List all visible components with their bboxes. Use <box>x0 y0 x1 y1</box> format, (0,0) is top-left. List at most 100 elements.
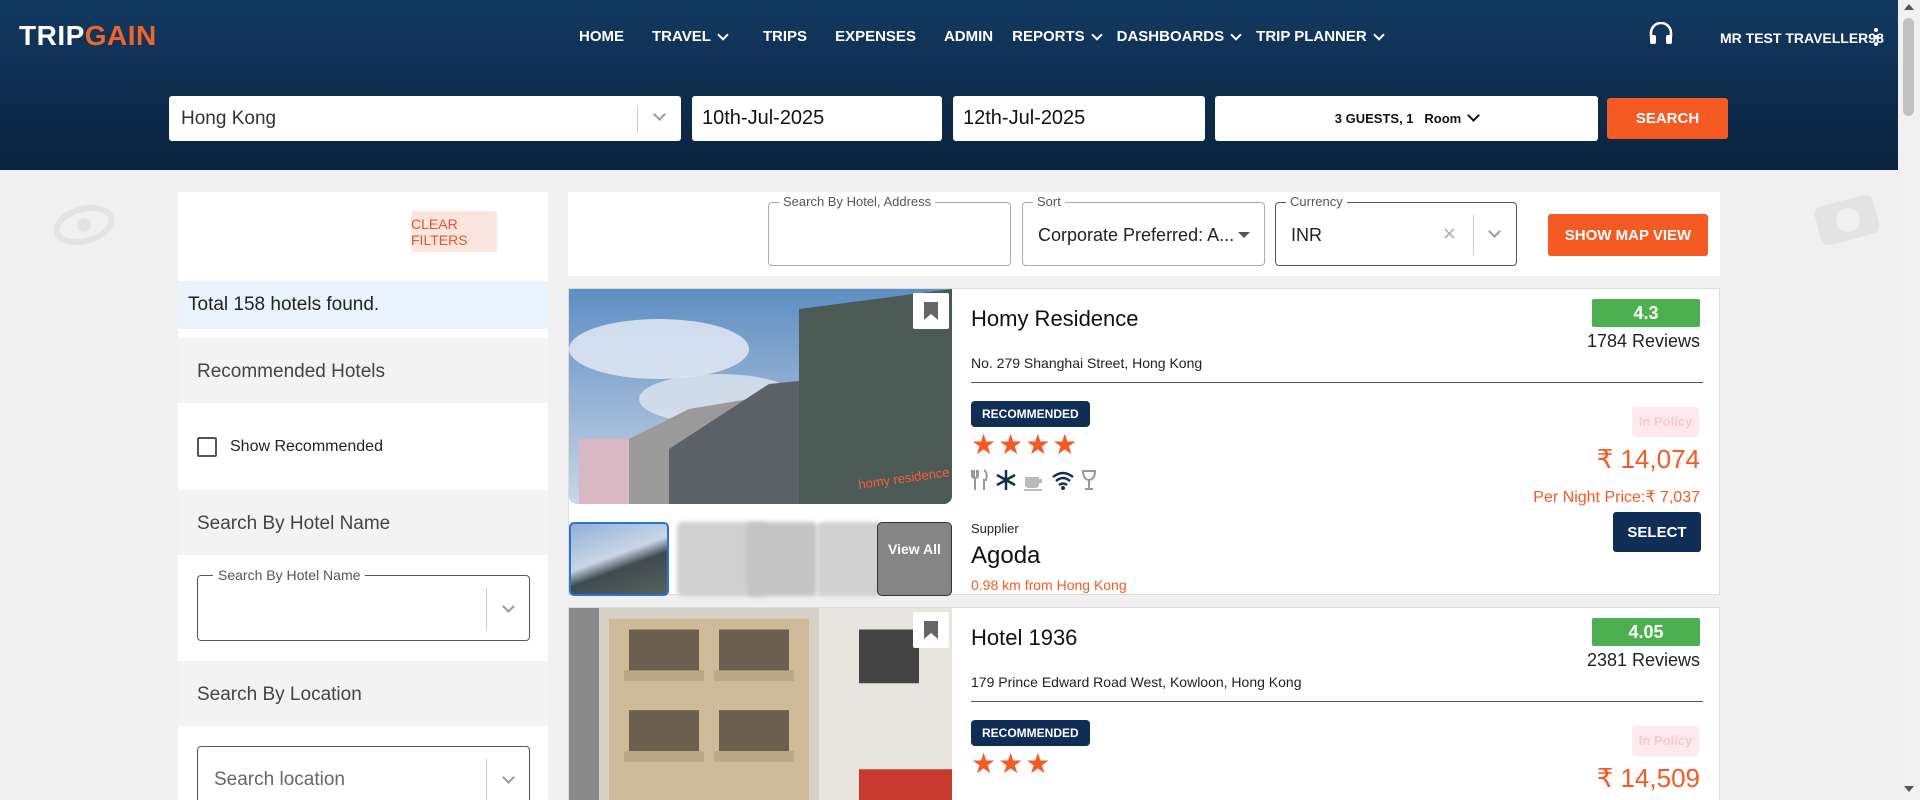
nav-trips[interactable]: TRIPS <box>763 28 807 45</box>
amenities <box>971 469 1097 491</box>
guest-rating-badge: 4.3 <box>1592 299 1700 327</box>
filter-sidebar: CLEAR FILTERS Total 158 hotels found. Re… <box>178 192 548 800</box>
hotel-address: 179 Prince Edward Road West, Kowloon, Ho… <box>971 674 1302 690</box>
nav-travel[interactable]: TRAVEL <box>652 28 729 45</box>
hotel-name-search-field[interactable]: Search By Hotel Name <box>197 567 530 641</box>
eye-watermark-icon <box>53 204 115 246</box>
recommended-heading: Recommended Hotels <box>178 338 548 403</box>
field-legend: Search By Hotel Name <box>213 567 366 583</box>
per-night-price: Per Night Price:₹ 7,037 <box>1533 489 1700 506</box>
checkout-value: 12th-Jul-2025 <box>963 107 1086 129</box>
scroll-up-arrow-icon[interactable] <box>1904 4 1914 10</box>
clear-filters-button[interactable]: CLEAR FILTERS <box>411 211 497 252</box>
checkin-date-field[interactable]: 10th-Jul-2025 <box>692 96 942 141</box>
hotel-photo[interactable]: homy residence <box>569 289 952 504</box>
nav-dashboards[interactable]: DASHBOARDS <box>1117 28 1242 45</box>
clear-icon[interactable]: × <box>1443 221 1456 247</box>
currency-select[interactable]: Currency INR × <box>1275 194 1517 266</box>
sort-select[interactable]: Sort Corporate Preferred: A... <box>1022 194 1265 266</box>
restaurant-icon <box>971 469 988 490</box>
show-recommended-checkbox[interactable] <box>197 437 217 457</box>
field-legend: Currency <box>1286 194 1347 209</box>
page-scrollbar[interactable] <box>1898 0 1920 800</box>
ac-snowflake-icon <box>996 470 1016 490</box>
results-toolbar: Search By Hotel, Address Sort Corporate … <box>568 192 1720 276</box>
main-nav: HOME TRAVEL TRIPS EXPENSES ADMIN REPORTS… <box>579 28 1411 45</box>
recommended-badge: RECOMMENDED <box>971 401 1090 427</box>
checkout-date-field[interactable]: 12th-Jul-2025 <box>953 96 1205 141</box>
show-map-view-button[interactable]: SHOW MAP VIEW <box>1548 214 1708 256</box>
location-search-field[interactable]: Search location <box>197 746 530 800</box>
sort-value: Corporate Preferred: A... <box>1038 225 1235 245</box>
bookmark-icon[interactable] <box>913 612 949 648</box>
scrollbar-thumb[interactable] <box>1903 18 1914 116</box>
chevron-down-icon <box>1230 28 1242 41</box>
bookmark-icon[interactable] <box>913 293 949 329</box>
checkin-value: 10th-Jul-2025 <box>702 107 825 129</box>
guests-rooms-selector[interactable]: 3 GUESTS, 1 Room <box>1215 96 1598 141</box>
kebab-menu-icon[interactable] <box>1874 28 1878 49</box>
recommended-badge: RECOMMENDED <box>971 720 1090 746</box>
nav-admin[interactable]: ADMIN <box>944 28 993 45</box>
camera-watermark-icon <box>1814 194 1880 245</box>
hotel-photo[interactable] <box>569 608 952 800</box>
bar-icon <box>1081 470 1097 490</box>
location-heading: Search By Location <box>178 661 548 726</box>
chevron-down-icon <box>502 600 515 613</box>
review-count: 2381 Reviews <box>1586 650 1700 670</box>
divider <box>1473 215 1474 255</box>
field-legend: Sort <box>1033 194 1065 209</box>
thumbnail[interactable] <box>747 522 817 596</box>
divider <box>637 106 638 132</box>
hotel-name-heading: Search By Hotel Name <box>178 490 548 555</box>
headset-icon[interactable] <box>1648 22 1674 46</box>
results-count: Total 158 hotels found. <box>178 281 548 329</box>
in-policy-badge: In Policy <box>1632 407 1699 437</box>
top-header: TRIPGAIN HOME TRAVEL TRIPS EXPENSES ADMI… <box>0 0 1898 170</box>
field-legend: Search By Hotel, Address <box>779 194 936 209</box>
nav-reports[interactable]: REPORTS <box>1012 28 1103 45</box>
user-menu[interactable]: MR TEST TRAVELLER98 <box>1720 30 1884 46</box>
supplier-name: Agoda <box>971 542 1041 569</box>
view-all-photos-button[interactable]: View All <box>877 522 952 596</box>
in-policy-badge: In Policy <box>1632 726 1699 756</box>
search-button[interactable]: SEARCH <box>1607 98 1728 139</box>
thumbnail[interactable] <box>817 522 882 596</box>
star-rating: ★★★ <box>971 748 1053 779</box>
rooms-value: Room <box>1424 111 1462 126</box>
hotel-address-search-input[interactable]: Search By Hotel, Address <box>768 194 1011 266</box>
nav-trip-planner[interactable]: TRIP PLANNER <box>1256 28 1385 45</box>
destination-select[interactable]: Hong Kong <box>169 96 681 141</box>
total-price: ₹ 14,509 <box>1596 763 1700 793</box>
divider <box>486 759 487 800</box>
show-recommended-label[interactable]: Show Recommended <box>230 438 383 456</box>
chevron-down-icon <box>1373 28 1385 41</box>
divider <box>486 588 487 630</box>
select-hotel-button[interactable]: SELECT <box>1613 512 1701 552</box>
star-rating: ★★★★ <box>971 429 1080 460</box>
destination-value: Hong Kong <box>181 108 277 129</box>
hotel-name[interactable]: Homy Residence <box>971 306 1139 332</box>
chevron-down-icon <box>1488 225 1501 238</box>
photo-thumbnails: View All <box>569 522 952 596</box>
currency-value: INR <box>1291 225 1322 245</box>
nav-expenses[interactable]: EXPENSES <box>835 28 916 45</box>
guests-value: 3 GUESTS, 1 <box>1334 111 1414 126</box>
scroll-down-arrow-icon[interactable] <box>1904 786 1914 792</box>
review-count: 1784 Reviews <box>1586 331 1700 351</box>
thumbnail[interactable] <box>569 522 669 596</box>
location-placeholder: Search location <box>214 769 345 790</box>
hotel-card: Hotel 1936 179 Prince Edward Road West, … <box>568 607 1720 800</box>
supplier-label: Supplier <box>971 521 1019 536</box>
chevron-down-icon <box>502 771 515 784</box>
wifi-icon <box>1052 471 1074 490</box>
nav-home[interactable]: HOME <box>579 28 624 45</box>
chevron-down-icon <box>1090 28 1103 41</box>
tripgain-logo[interactable]: TRIPGAIN <box>19 20 157 52</box>
coffee-icon <box>1024 477 1042 491</box>
distance-text: 0.98 km from Hong Kong <box>971 577 1127 593</box>
guest-rating-badge: 4.05 <box>1592 618 1700 646</box>
hotel-name[interactable]: Hotel 1936 <box>971 625 1077 651</box>
caret-down-icon <box>1238 232 1250 238</box>
total-price: ₹ 14,074 <box>1596 444 1700 474</box>
